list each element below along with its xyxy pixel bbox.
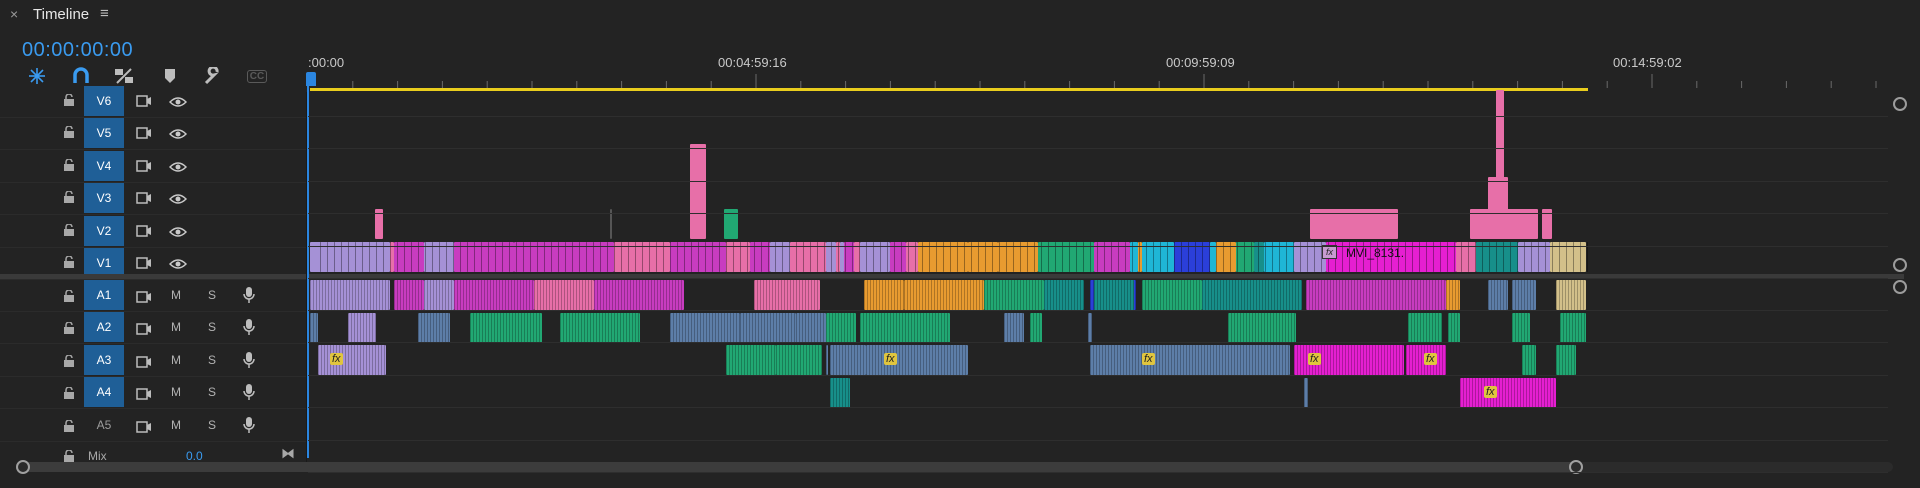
lock-icon[interactable] xyxy=(63,449,75,462)
audio-clip[interactable] xyxy=(1488,280,1508,310)
track-row-separator xyxy=(308,407,1888,408)
audio-clip[interactable] xyxy=(826,313,856,343)
audio-clip[interactable] xyxy=(1560,313,1586,343)
track-row-separator xyxy=(308,213,1888,214)
audio-clip[interactable] xyxy=(830,378,850,408)
track-row-separator xyxy=(308,375,1888,376)
audio-clip[interactable]: fx xyxy=(1406,345,1446,375)
audio-clip[interactable] xyxy=(470,313,542,343)
audio-clip[interactable] xyxy=(860,313,950,343)
audio-clip[interactable] xyxy=(424,280,454,310)
audio-clip[interactable] xyxy=(1304,378,1308,408)
track-row-separator xyxy=(308,440,1888,441)
audio-clip[interactable] xyxy=(560,313,640,343)
scroll-left-knob[interactable] xyxy=(16,460,30,474)
horizontal-scroll-thumb[interactable] xyxy=(18,462,1578,472)
track-row-separator xyxy=(308,472,1888,473)
audio-clip[interactable] xyxy=(454,280,534,310)
audio-clip[interactable] xyxy=(1094,280,1134,310)
video-clip[interactable] xyxy=(1496,90,1504,238)
track-row-separator xyxy=(308,148,1888,149)
track-row-separator xyxy=(308,342,1888,343)
video-scroll-bottom-knob[interactable] xyxy=(1893,258,1907,272)
mix-volume-value[interactable]: 0.0 xyxy=(186,449,203,463)
audio-clip[interactable] xyxy=(984,280,1044,310)
audio-clip[interactable] xyxy=(1512,313,1530,343)
mix-label: Mix xyxy=(88,449,107,463)
audio-clip[interactable] xyxy=(418,313,450,343)
audio-clip[interactable] xyxy=(1556,280,1586,310)
video-clip[interactable] xyxy=(690,144,706,239)
audio-clip[interactable] xyxy=(1512,280,1536,310)
audio-clip[interactable] xyxy=(394,280,424,310)
collapse-expand-icon[interactable]: ⧓ xyxy=(281,445,295,462)
audio-clip[interactable] xyxy=(864,280,904,310)
audio-clip[interactable]: fx xyxy=(796,313,826,343)
audio-clip[interactable] xyxy=(740,313,796,343)
fx-badge-icon: fx xyxy=(884,353,897,365)
audio-clip[interactable] xyxy=(1306,280,1446,310)
audio-clip[interactable]: fx xyxy=(866,345,968,375)
audio-clip[interactable] xyxy=(1202,280,1302,310)
audio-clip[interactable] xyxy=(1556,345,1576,375)
audio-clip[interactable] xyxy=(1408,313,1442,343)
audio-clip[interactable] xyxy=(1228,313,1296,343)
audio-clip[interactable]: fx xyxy=(318,345,386,375)
playhead-handle[interactable] xyxy=(306,72,316,86)
fx-badge-icon: fx xyxy=(1142,353,1155,365)
clip-name: MVI_8131. xyxy=(1346,246,1405,260)
audio-clip[interactable] xyxy=(776,345,822,375)
audio-clip[interactable] xyxy=(310,313,318,343)
track-row-separator xyxy=(308,246,1888,247)
audio-clip[interactable] xyxy=(1004,313,1024,343)
audio-clip[interactable] xyxy=(726,345,776,375)
audio-clip[interactable]: fx xyxy=(1294,345,1404,375)
fx-badge-icon: fx xyxy=(1424,353,1437,365)
fx-badge-icon: fx xyxy=(1308,353,1321,365)
audio-clip[interactable] xyxy=(594,280,684,310)
audio-scroll-top-knob[interactable] xyxy=(1893,280,1907,294)
audio-clip[interactable] xyxy=(826,345,828,375)
fx-badge-icon: fx xyxy=(330,353,343,365)
video-scroll-top-knob[interactable] xyxy=(1893,97,1907,111)
track-row-separator xyxy=(308,181,1888,182)
audio-clip[interactable] xyxy=(1522,345,1536,375)
track-row-separator xyxy=(308,116,1888,117)
audio-clip[interactable] xyxy=(830,345,866,375)
audio-clip[interactable] xyxy=(348,313,376,343)
track-row-separator xyxy=(308,310,1888,311)
fx-badge-icon: fx xyxy=(1484,386,1497,398)
audio-clip[interactable]: fx xyxy=(1460,378,1556,408)
audio-clip[interactable] xyxy=(1448,313,1460,343)
playhead-line[interactable] xyxy=(307,86,309,458)
audio-clip[interactable] xyxy=(904,280,984,310)
audio-clip[interactable] xyxy=(1044,280,1084,310)
audio-clip[interactable] xyxy=(754,280,820,310)
audio-clip[interactable] xyxy=(1142,280,1202,310)
audio-clip[interactable] xyxy=(1030,313,1042,343)
audio-clip[interactable] xyxy=(310,280,390,310)
sequence-clips: fx fx fx fx fx fx fx fx xyxy=(0,0,1920,488)
audio-clip[interactable] xyxy=(1446,280,1460,310)
audio-clip[interactable] xyxy=(534,280,594,310)
audio-clip[interactable]: fx xyxy=(670,313,740,343)
audio-clip[interactable] xyxy=(1088,313,1092,343)
track-row-separator xyxy=(308,278,1888,279)
fx-badge-icon: fx xyxy=(1322,245,1337,259)
audio-clip[interactable]: fx xyxy=(1090,345,1290,375)
